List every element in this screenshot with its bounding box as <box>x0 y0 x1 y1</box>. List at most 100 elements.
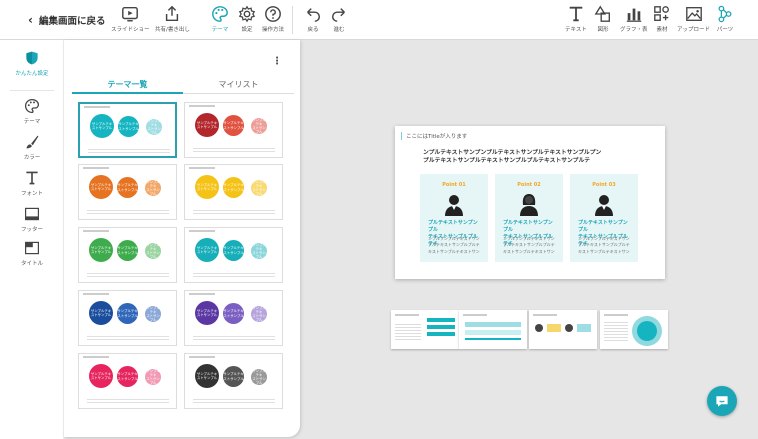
chat-support-button[interactable] <box>707 386 737 416</box>
bar-chart-icon <box>626 8 641 22</box>
parts-button[interactable]: パーツ <box>716 5 734 33</box>
share-export-button[interactable]: 共有/書き出し <box>155 5 190 33</box>
thumbnail-text-lines <box>87 336 169 342</box>
thumbnail-title-line <box>83 230 109 232</box>
text-tool-button[interactable]: テキスト <box>565 5 587 33</box>
thumbnail-circle: サンプルテキ ストサンプル <box>223 177 244 198</box>
thumbnail-circle: サンプルテキ ストサンプル <box>195 364 219 388</box>
undo-icon <box>307 8 321 22</box>
slide-thumbnail[interactable] <box>459 310 527 349</box>
thumbnail-circle: サンプルテキ ストサンプル <box>118 116 139 137</box>
theme-thumbnail[interactable]: サンプルテキ ストサンプル サンプルテキ ストサンプル サンプルテキ ストサンプル <box>78 102 177 158</box>
thumbnail-circle: サンプルテキ ストサンプル <box>223 366 244 387</box>
theme-thumbnail[interactable]: サンプルテキ ストサンプル サンプルテキ ストサンプル サンプルテキ ストサンプル <box>78 290 177 346</box>
palette-icon <box>212 6 228 22</box>
upload-button[interactable]: アップロード <box>677 5 710 33</box>
slide-thumbnail[interactable] <box>391 310 459 349</box>
theme-thumbnail[interactable]: サンプルテキ ストサンプル サンプルテキ ストサンプル サンプルテキ ストサンプル <box>184 353 283 409</box>
thumbnail-circle: サンプルテキ ストサンプル <box>145 368 161 386</box>
sidebar-item-easy-setup[interactable]: かんたん設定 <box>0 50 64 77</box>
sidebar-item-title[interactable]: タイトル <box>0 240 64 267</box>
materials-button[interactable]: 素材 <box>653 5 671 33</box>
point-text: ンプルプンプルテキストサン プルテキストサンプルプルテ キストサンプルテキストサ… <box>578 236 630 254</box>
sidebar-item-color[interactable]: カラー <box>0 134 64 161</box>
point-text: ンプルプンプルテキストサン プルテキストサンプルプルテ キストサンプルテキストサ… <box>428 236 480 254</box>
redo-icon <box>331 8 345 22</box>
image-icon <box>685 7 702 21</box>
sidebar-item-font[interactable]: フォント <box>0 170 64 197</box>
top-toolbar: ‹ 編集画面に戻る スライドショー 共有/書き出し テーマ 設定 操作方法 戻る… <box>0 0 758 40</box>
point-card: Point 03 プルテキストサンプンプル テキストサンプルプルテキ ンプルプン… <box>570 174 638 262</box>
back-to-editor-button[interactable]: ‹ 編集画面に戻る <box>28 13 105 27</box>
thumbnail-circle: サンプルテキ ストサンプル <box>117 366 138 387</box>
point-label: Point 03 <box>592 182 616 188</box>
sidebar-divider <box>10 90 54 91</box>
footer-icon <box>25 207 39 221</box>
theme-thumbnail[interactable]: サンプルテキ ストサンプル サンプルテキ ストサンプル サンプルテキ ストサンプル <box>184 290 283 346</box>
theme-thumbnail[interactable]: サンプルテキ ストサンプル サンプルテキ ストサンプル サンプルテキ ストサンプル <box>78 353 177 409</box>
theme-thumbnail[interactable]: サンプルテキ ストサンプル サンプルテキ ストサンプル サンプルテキ ストサンプル <box>184 227 283 283</box>
slide-preview[interactable]: ここにはTitleが入ります ンプルテキストサンプンプルテキストサンプルテキスト… <box>395 126 665 279</box>
thumbnail-circle: サンプルテキ ストサンプル <box>146 118 162 136</box>
slide-body-text: ンプルテキストサンプンプルテキストサンプルテキストサンプルプン プルテキストサン… <box>423 150 602 165</box>
thumbnail-title-line <box>189 105 215 107</box>
thumbnail-text-lines <box>193 399 275 405</box>
settings-sidebar: かんたん設定 テーマ カラー フォント フッター タイトル <box>0 40 64 439</box>
point-card: Point 01 プルテキストサンプンプル テキストサンプルプルテキ ンプルプン… <box>420 174 488 262</box>
tab-theme-list[interactable]: テーマ一覧 <box>72 79 183 90</box>
thumbnail-title-line <box>83 293 109 295</box>
help-button[interactable]: 操作方法 <box>262 5 284 33</box>
point-label: Point 02 <box>517 182 541 188</box>
theme-button[interactable]: テーマ <box>211 5 229 33</box>
theme-thumbnail[interactable]: サンプルテキ ストサンプル サンプルテキ ストサンプル サンプルテキ ストサンプル <box>184 102 283 158</box>
share-icon <box>166 5 179 22</box>
shapes-icon <box>594 5 610 22</box>
point-card: Point 02 プルテキストサンプンプル テキストサンプルプルテキ ンプルプン… <box>495 174 563 262</box>
thumbnail-circle: サンプルテキ ストサンプル <box>89 238 113 262</box>
question-icon <box>265 6 281 22</box>
thumbnail-circle: サンプルテキ ストサンプル <box>251 305 267 323</box>
sidebar-item-theme[interactable]: テーマ <box>0 98 64 125</box>
thumbnail-text-lines <box>193 148 275 154</box>
thumbnail-text-lines <box>87 210 169 216</box>
theme-tabs: テーマ一覧 マイリスト <box>72 76 294 94</box>
toolbar-divider <box>292 6 293 34</box>
shape-tool-button[interactable]: 図形 <box>594 5 612 33</box>
settings-button[interactable]: 設定 <box>238 5 256 33</box>
redo-button[interactable]: 進む <box>330 5 348 33</box>
parts-icon <box>718 5 732 23</box>
thumbnail-circle: サンプルテキ ストサンプル <box>89 175 113 199</box>
chart-table-button[interactable]: グラフ・表 <box>620 5 648 33</box>
gear-icon <box>238 5 256 23</box>
more-options-icon[interactable]: ⋮ <box>272 56 282 67</box>
thumbnail-text-lines <box>87 273 169 279</box>
thumbnail-circle: サンプルテキ ストサンプル <box>223 115 244 136</box>
theme-thumbnail[interactable]: サンプルテキ ストサンプル サンプルテキ ストサンプル サンプルテキ ストサンプル <box>78 227 177 283</box>
theme-thumbnail[interactable]: サンプルテキ ストサンプル サンプルテキ ストサンプル サンプルテキ ストサンプル <box>184 164 283 220</box>
thumbnail-circle: サンプルテキ ストサンプル <box>145 179 161 197</box>
slide-thumbnail[interactable] <box>529 310 597 349</box>
palette-icon <box>24 98 40 114</box>
sidebar-item-footer[interactable]: フッター <box>0 206 64 233</box>
point-label: Point 01 <box>442 182 466 188</box>
point-text: ンプルプンプルテキストサン プルテキストサンプルプルテ キストサンプルテキストサ… <box>503 236 555 254</box>
thumbnail-circle: サンプルテキ ストサンプル <box>223 240 244 261</box>
thumbnail-circle: サンプルテキ ストサンプル <box>145 242 161 260</box>
slide-thumbnail[interactable] <box>600 310 668 349</box>
undo-button[interactable]: 戻る <box>304 5 322 33</box>
tab-my-list[interactable]: マイリスト <box>183 79 294 90</box>
thumbnail-circle: サンプルテキ ストサンプル <box>117 177 138 198</box>
thumbnail-title-line <box>84 106 110 108</box>
thumbnail-title-line <box>83 356 109 358</box>
title-icon <box>25 241 39 255</box>
thumbnail-circle: サンプルテキ ストサンプル <box>117 303 138 324</box>
thumbnail-circle: サンプルテキ ストサンプル <box>89 364 113 388</box>
thumbnail-text-lines <box>193 336 275 342</box>
person-female-icon <box>520 194 538 216</box>
slideshow-button[interactable]: スライドショー <box>111 5 150 33</box>
thumbnail-text-lines <box>193 273 275 279</box>
thumbnail-circle: サンプルテキ ストサンプル <box>223 303 244 324</box>
thumbnail-text-lines <box>88 149 170 155</box>
theme-thumbnail[interactable]: サンプルテキ ストサンプル サンプルテキ ストサンプル サンプルテキ ストサンプル <box>78 164 177 220</box>
text-icon <box>569 6 583 22</box>
